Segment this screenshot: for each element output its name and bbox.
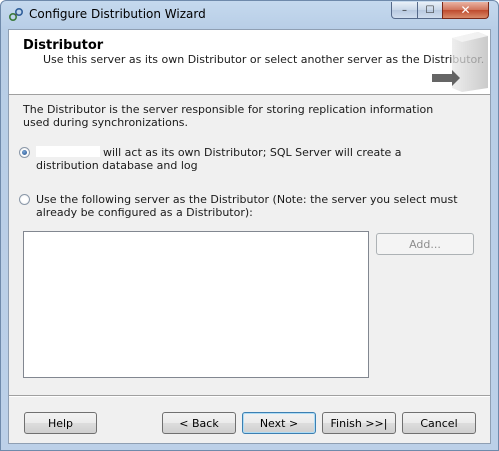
- wizard-window: Configure Distribution Wizard – ☐ ✕ Dist…: [0, 0, 499, 451]
- distributor-server-list[interactable]: [23, 231, 369, 378]
- next-button[interactable]: Next >: [242, 412, 316, 434]
- finish-button[interactable]: Finish >>|: [322, 412, 396, 434]
- close-button[interactable]: ✕: [442, 2, 489, 19]
- title-bar[interactable]: Configure Distribution Wizard – ☐ ✕: [1, 1, 498, 28]
- server-icon: [432, 32, 488, 92]
- cancel-button[interactable]: Cancel: [402, 412, 476, 434]
- wizard-app-icon: [8, 7, 24, 22]
- own-distributor-radio[interactable]: [19, 147, 30, 158]
- maximize-icon: ☐: [425, 4, 435, 16]
- close-icon: ✕: [460, 3, 471, 17]
- footer-divider: [9, 395, 490, 397]
- distributor-description: The Distributor is the server responsibl…: [23, 103, 434, 129]
- other-distributor-label: Use the following server as the Distribu…: [36, 193, 458, 219]
- back-button[interactable]: < Back: [162, 412, 236, 434]
- server-name-redacted: [36, 146, 100, 157]
- page-subtitle: Use this server as its own Distributor o…: [43, 53, 485, 66]
- other-distributor-radio[interactable]: [19, 194, 30, 205]
- own-distributor-option[interactable]: will act as its own Distributor; SQL Ser…: [19, 146, 466, 172]
- add-server-button[interactable]: Add...: [376, 233, 474, 255]
- wizard-header: Distributor Use this server as its own D…: [9, 30, 490, 95]
- wizard-client-area: Distributor Use this server as its own D…: [8, 29, 491, 444]
- minimize-button[interactable]: –: [391, 2, 418, 19]
- page-title: Distributor: [23, 38, 104, 53]
- window-title: Configure Distribution Wizard: [29, 7, 206, 21]
- minimize-icon: –: [402, 4, 407, 16]
- other-distributor-option[interactable]: Use the following server as the Distribu…: [19, 193, 466, 219]
- maximize-button[interactable]: ☐: [417, 2, 443, 19]
- help-button[interactable]: Help: [24, 412, 97, 434]
